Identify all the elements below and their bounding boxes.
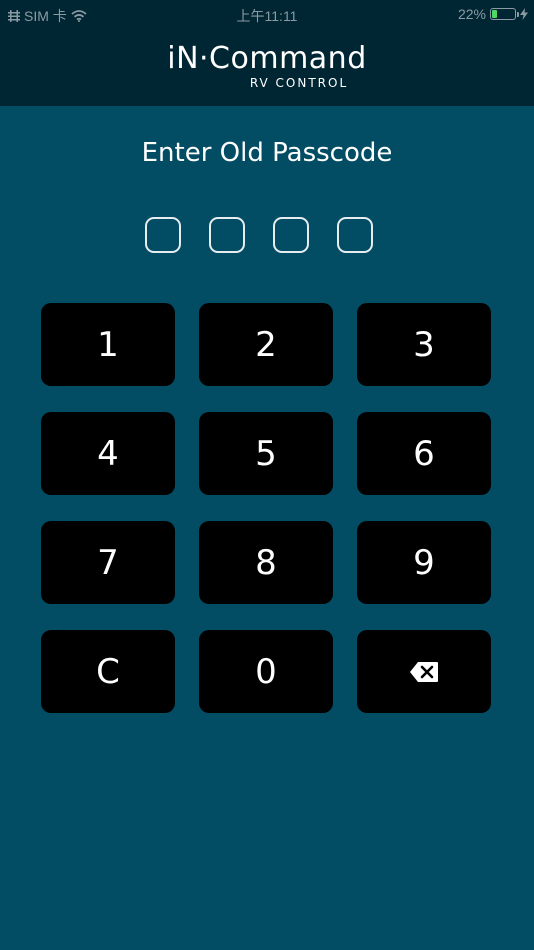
passcode-indicators xyxy=(145,217,373,253)
key-5[interactable]: 5 xyxy=(199,412,333,495)
key-3[interactable]: 3 xyxy=(357,303,491,386)
status-right: 22% xyxy=(458,6,528,22)
logo-subtitle: RV CONTROL xyxy=(249,76,349,90)
status-time: 上午11:11 xyxy=(236,8,298,24)
battery-percent: 22% xyxy=(457,6,486,22)
passcode-prompt: Enter Old Passcode xyxy=(141,138,393,168)
charging-bolt-icon xyxy=(520,8,528,20)
passcode-screen: SIM 卡 上午11:11 22% iN·Command RV CONTROL … xyxy=(0,0,534,950)
keypad: 1 2 3 4 5 6 7 8 9 C 0 xyxy=(41,303,491,713)
passcode-digit-indicator xyxy=(337,217,373,253)
clear-button[interactable]: C xyxy=(41,630,175,713)
key-4[interactable]: 4 xyxy=(41,412,175,495)
key-7[interactable]: 7 xyxy=(41,521,175,604)
app-logo: iN·Command RV CONTROL xyxy=(0,41,534,91)
battery-icon xyxy=(490,8,519,20)
logo-main-text: iN·Command xyxy=(167,41,367,76)
passcode-digit-indicator xyxy=(145,217,181,253)
key-6[interactable]: 6 xyxy=(357,412,491,495)
passcode-digit-indicator xyxy=(209,217,245,253)
backspace-button[interactable] xyxy=(357,630,491,713)
key-9[interactable]: 9 xyxy=(357,521,491,604)
key-0[interactable]: 0 xyxy=(199,630,333,713)
status-bar: SIM 卡 上午11:11 22% xyxy=(0,0,534,28)
key-2[interactable]: 2 xyxy=(199,303,333,386)
backspace-icon xyxy=(409,661,439,683)
key-1[interactable]: 1 xyxy=(41,303,175,386)
battery-fill xyxy=(492,10,498,18)
key-8[interactable]: 8 xyxy=(199,521,333,604)
passcode-digit-indicator xyxy=(273,217,309,253)
top-bar: SIM 卡 上午11:11 22% iN·Command RV CONTROL xyxy=(0,0,534,106)
